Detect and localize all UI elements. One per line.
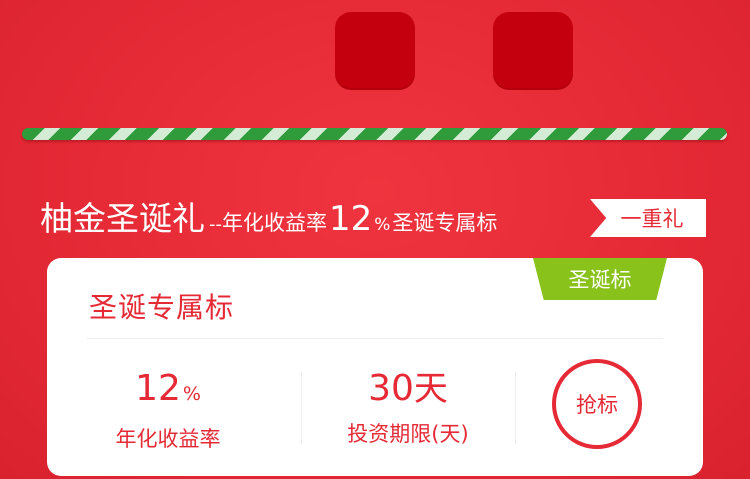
bid-button-label: 抢标 — [576, 393, 618, 417]
term-number: 30 — [368, 368, 414, 409]
promo-dash: -- — [209, 214, 222, 235]
promo-heading: 柚金圣诞礼 -- 年化收益率 12 % 圣诞专属标 — [40, 192, 497, 240]
rate-label: 年化收益率 — [115, 427, 221, 451]
gift-tag-ribbon: 一重礼 — [590, 199, 706, 237]
term-stat: 30天 投资期限(天) — [301, 368, 515, 448]
card-divider — [87, 338, 663, 339]
term-unit: 天 — [413, 369, 448, 409]
promo-subtitle-suffix: 圣诞专属标 — [392, 211, 498, 235]
rate-unit: % — [182, 383, 201, 405]
promo-rate-unit: % — [374, 215, 391, 235]
decor-tile-right — [493, 12, 573, 90]
rate-number: 12 — [135, 368, 181, 409]
candy-stripe-divider — [22, 128, 727, 140]
term-label: 投资期限(天) — [347, 422, 469, 446]
promo-subtitle-prefix: 年化收益率 — [222, 211, 327, 235]
rate-value: 12% — [87, 368, 249, 415]
rate-stat: 12% 年化收益率 — [87, 368, 249, 453]
gift-tag-label: 一重礼 — [620, 207, 684, 231]
term-value: 30天 — [301, 368, 515, 410]
bid-button[interactable]: 抢标 — [552, 359, 642, 449]
stat-separator — [515, 372, 516, 444]
promo-rate: 12 — [329, 199, 373, 239]
christmas-badge: 圣诞标 — [533, 258, 667, 300]
christmas-badge-label: 圣诞标 — [568, 268, 632, 292]
product-title: 圣诞专属标 — [89, 291, 235, 324]
promo-title: 柚金圣诞礼 — [40, 199, 205, 238]
decor-tile-left — [335, 12, 415, 90]
product-card[interactable]: 圣诞标 圣诞专属标 12% 年化收益率 30天 投资期限(天) 抢标 — [47, 258, 703, 476]
